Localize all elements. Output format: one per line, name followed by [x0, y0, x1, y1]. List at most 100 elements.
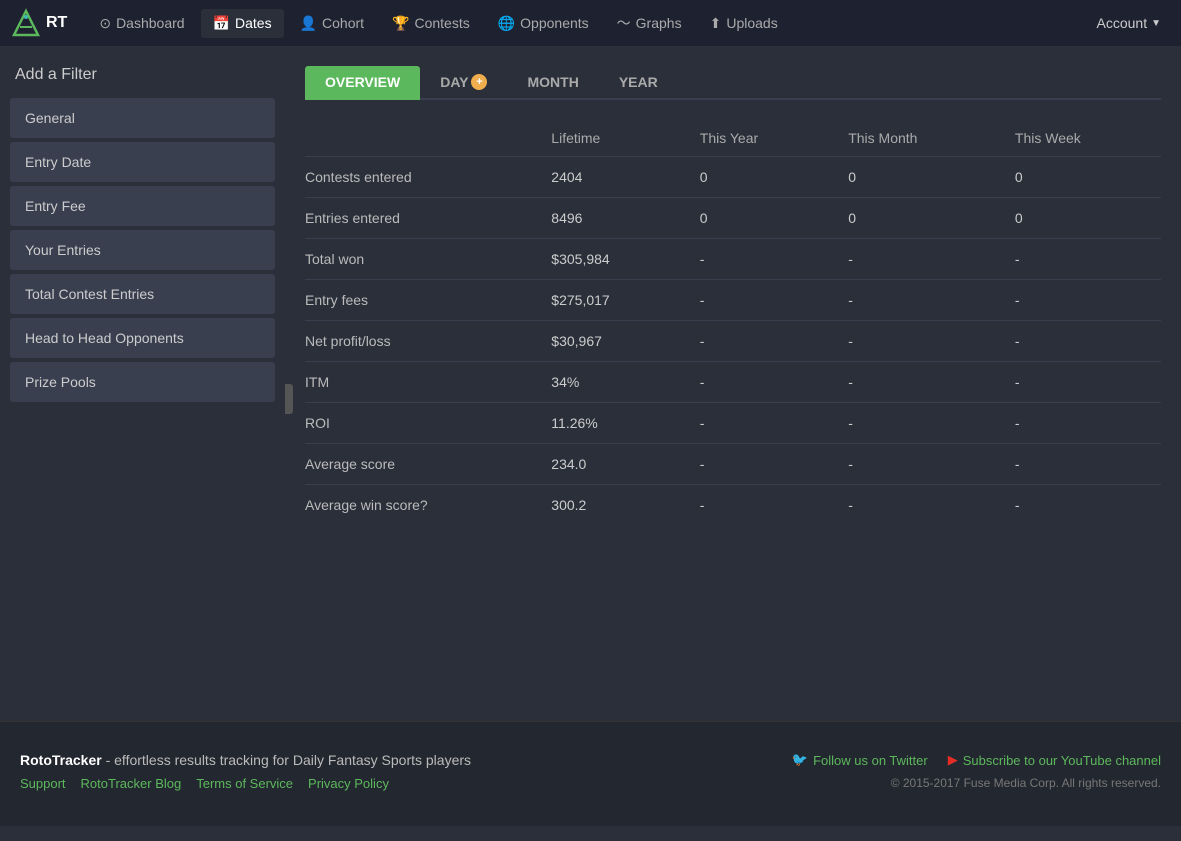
th-this-month: This Month	[833, 120, 1000, 157]
metric-label: Net profit/loss	[305, 321, 536, 362]
metric-value: -	[685, 485, 833, 526]
metric-label: Entry fees	[305, 280, 536, 321]
social-link-youtube[interactable]: ▶ Subscribe to our YouTube channel	[948, 752, 1161, 768]
filter-item-total-contest-entries[interactable]: Total Contest Entries	[10, 274, 275, 314]
filter-item-general[interactable]: General	[10, 98, 275, 138]
footer: RotoTracker - effortless results trackin…	[0, 721, 1181, 826]
metric-value: -	[685, 239, 833, 280]
metric-value: -	[685, 321, 833, 362]
metric-value: $275,017	[536, 280, 684, 321]
tabs-bar: OVERVIEWDAY+MONTHYEAR	[305, 66, 1161, 100]
filter-item-prize-pools[interactable]: Prize Pools	[10, 362, 275, 402]
filter-item-entry-fee[interactable]: Entry Fee	[10, 186, 275, 226]
metric-value: 34%	[536, 362, 684, 403]
metric-value: -	[833, 362, 1000, 403]
metric-label: ITM	[305, 362, 536, 403]
metric-label: ROI	[305, 403, 536, 444]
metric-value: -	[685, 403, 833, 444]
table-row: Net profit/loss$30,967---	[305, 321, 1161, 362]
metric-value: -	[1000, 485, 1161, 526]
metric-value: 2404	[536, 157, 684, 198]
tab-year[interactable]: YEAR	[599, 66, 678, 100]
nav-link-contests[interactable]: 🏆Contests	[380, 9, 482, 38]
metric-value: -	[833, 403, 1000, 444]
metric-value: $30,967	[536, 321, 684, 362]
youtube-icon: ▶	[948, 752, 958, 768]
nav-link-graphs[interactable]: 〜Graphs	[605, 7, 694, 39]
nav-dates-label: Dates	[235, 15, 272, 31]
footer-tagline: - effortless results tracking for Daily …	[106, 752, 471, 768]
nav-dashboard-icon: ⊙	[99, 15, 111, 32]
metric-value: 0	[833, 157, 1000, 198]
metric-label: Average win score?	[305, 485, 536, 526]
logo-text: RT	[46, 14, 67, 32]
metric-value: -	[1000, 239, 1161, 280]
nav-link-dashboard[interactable]: ⊙Dashboard	[87, 9, 196, 38]
footer-link-terms[interactable]: Terms of Service	[196, 776, 293, 791]
account-label: Account	[1097, 15, 1148, 31]
th-metric	[305, 120, 536, 157]
sidebar-resize-handle[interactable]	[285, 384, 293, 414]
nav-uploads-label: Uploads	[726, 15, 777, 31]
tab-day[interactable]: DAY+	[420, 66, 507, 100]
footer-main: RotoTracker - effortless results trackin…	[20, 752, 1161, 791]
filter-item-your-entries[interactable]: Your Entries	[10, 230, 275, 270]
logo[interactable]: RT	[10, 7, 67, 39]
table-row: Entries entered8496000	[305, 198, 1161, 239]
metric-label: Average score	[305, 444, 536, 485]
nav-link-cohort[interactable]: 👤 Cohort	[288, 9, 376, 38]
account-menu[interactable]: Account ▼	[1087, 9, 1172, 37]
footer-left: RotoTracker - effortless results trackin…	[20, 752, 471, 791]
metric-value: 0	[833, 198, 1000, 239]
nav-dates-icon: 📅	[213, 15, 230, 32]
metric-value: 0	[1000, 157, 1161, 198]
metric-value: -	[833, 239, 1000, 280]
th-this-week: This Week	[1000, 120, 1161, 157]
nav-graphs-icon: 〜	[617, 13, 631, 33]
metric-value: 8496	[536, 198, 684, 239]
nav-contests-label: Contests	[414, 15, 469, 31]
footer-links: Support RotoTracker Blog Terms of Service P…	[20, 776, 471, 791]
twitter-label: Follow us on Twitter	[813, 753, 928, 768]
filter-item-entry-date[interactable]: Entry Date	[10, 142, 275, 182]
metric-value: -	[1000, 444, 1161, 485]
nav-cohort-label: Cohort	[322, 15, 364, 31]
metric-value: 11.26%	[536, 403, 684, 444]
footer-right: 🐦Follow us on Twitter ▶ Subscribe to our Y…	[792, 752, 1161, 790]
sidebar-title: Add a Filter	[10, 66, 275, 84]
filter-item-head-to-head[interactable]: Head to Head Opponents	[10, 318, 275, 358]
nav-opponents-icon: 🌐	[498, 15, 515, 32]
nav-link-opponents[interactable]: 🌐 Opponents	[486, 9, 601, 38]
metric-value: -	[685, 280, 833, 321]
sidebar: Add a Filter GeneralEntry DateEntry FeeY…	[0, 46, 285, 426]
metric-value: -	[1000, 280, 1161, 321]
tab-day-label: DAY	[440, 74, 468, 90]
footer-link-support[interactable]: Support	[20, 776, 66, 791]
stats-table: LifetimeThis YearThis MonthThis Week Con…	[305, 120, 1161, 525]
youtube-label: Subscribe to our YouTube channel	[963, 753, 1161, 768]
metric-value: 0	[685, 198, 833, 239]
table-row: Average score234.0---	[305, 444, 1161, 485]
metric-value: -	[685, 362, 833, 403]
footer-brand: RotoTracker - effortless results trackin…	[20, 752, 471, 768]
social-link-twitter[interactable]: 🐦Follow us on Twitter	[792, 752, 928, 768]
metric-value: -	[1000, 403, 1161, 444]
footer-link-privacy[interactable]: Privacy Policy	[308, 776, 389, 791]
main-container: Add a Filter GeneralEntry DateEntry FeeY…	[0, 46, 1181, 721]
day-plus-badge: +	[471, 74, 487, 90]
nav-cohort-icon: 👤	[300, 15, 317, 32]
table-row: ROI11.26%---	[305, 403, 1161, 444]
nav-opponents-label: Opponents	[520, 15, 589, 31]
metric-value: -	[685, 444, 833, 485]
footer-link-blog[interactable]: RotoTracker Blog	[81, 776, 182, 791]
account-chevron-icon: ▼	[1151, 18, 1161, 29]
table-row: Contests entered2404000	[305, 157, 1161, 198]
tab-month[interactable]: MONTH	[507, 66, 598, 100]
nav-link-uploads[interactable]: ⬆Uploads	[698, 9, 790, 38]
footer-copyright: © 2015-2017 Fuse Media Corp. All rights …	[792, 776, 1161, 790]
tab-overview[interactable]: OVERVIEW	[305, 66, 420, 100]
nav-link-dates[interactable]: 📅 Dates	[201, 9, 284, 38]
metric-value: 0	[685, 157, 833, 198]
metric-value: -	[833, 485, 1000, 526]
metric-value: 300.2	[536, 485, 684, 526]
